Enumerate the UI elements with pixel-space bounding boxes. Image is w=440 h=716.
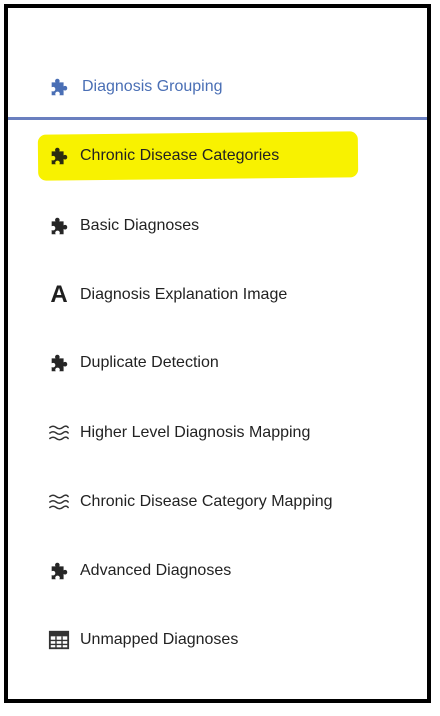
menu-item-unmapped-diagnoses[interactable]: Unmapped Diagnoses xyxy=(48,623,238,657)
header-item-diagnosis-grouping[interactable]: Diagnosis Grouping xyxy=(48,72,223,102)
puzzle-piece-icon xyxy=(48,352,70,374)
menu-item-chronic-disease-categories[interactable]: Chronic Disease Categories xyxy=(48,139,279,173)
menu-item-label: Chronic Disease Category Mapping xyxy=(80,493,333,510)
menu-item-diagnosis-explanation-image[interactable]: A Diagnosis Explanation Image xyxy=(48,278,287,312)
panel-header: Diagnosis Grouping xyxy=(8,60,427,120)
menu-item-label: Advanced Diagnoses xyxy=(80,562,232,579)
app-panel: Diagnosis Grouping Chronic Disease Categ… xyxy=(4,4,431,703)
table-grid-icon xyxy=(48,629,70,651)
menu-item-higher-level-diagnosis-mapping[interactable]: Higher Level Diagnosis Mapping xyxy=(48,416,310,450)
header-label: Diagnosis Grouping xyxy=(82,78,223,95)
menu-item-label: Basic Diagnoses xyxy=(80,217,200,234)
menu-item-label: Chronic Disease Categories xyxy=(80,147,280,164)
puzzle-piece-icon xyxy=(48,560,70,582)
wave-lines-icon xyxy=(48,422,70,444)
menu-item-basic-diagnoses[interactable]: Basic Diagnoses xyxy=(48,209,199,243)
wave-lines-icon xyxy=(48,491,70,513)
menu-item-label: Higher Level Diagnosis Mapping xyxy=(80,424,311,441)
text-letter-a-icon: A xyxy=(50,281,68,308)
puzzle-piece-icon xyxy=(48,76,70,98)
menu-item-duplicate-detection[interactable]: Duplicate Detection xyxy=(48,346,219,380)
menu-item-label: Diagnosis Explanation Image xyxy=(80,286,288,303)
puzzle-piece-icon xyxy=(48,215,70,237)
menu-item-chronic-disease-category-mapping[interactable]: Chronic Disease Category Mapping xyxy=(48,485,333,519)
puzzle-piece-icon xyxy=(48,145,70,167)
menu-item-advanced-diagnoses[interactable]: Advanced Diagnoses xyxy=(48,554,231,588)
menu-item-label: Unmapped Diagnoses xyxy=(80,631,239,648)
menu-item-label: Duplicate Detection xyxy=(80,354,219,371)
